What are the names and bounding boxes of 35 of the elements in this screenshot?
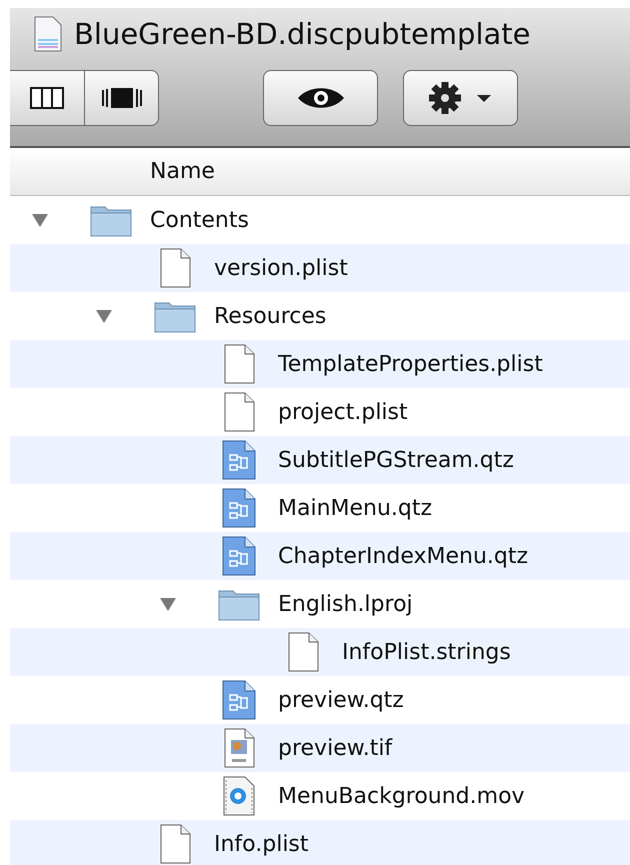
composition-file-icon	[221, 488, 257, 528]
document-icon	[223, 392, 255, 432]
window-title: BlueGreen-BD.discpubtemplate	[74, 17, 530, 51]
document-icon	[159, 824, 191, 864]
column-header[interactable]: Name	[150, 159, 215, 184]
composition-file-icon	[221, 680, 257, 720]
file-name[interactable]: preview.tif	[278, 736, 392, 760]
file-name[interactable]: English.lproj	[278, 592, 413, 616]
action-menu-button[interactable]	[403, 70, 518, 126]
document-icon	[287, 632, 319, 672]
file-name[interactable]: preview.qtz	[278, 688, 404, 712]
composition-file-icon	[221, 536, 257, 576]
disclosure-triangle[interactable]	[95, 308, 113, 324]
cover-flow-icon	[102, 87, 142, 109]
file-name[interactable]: version.plist	[214, 256, 348, 280]
image-file-icon	[223, 728, 255, 768]
disclosure-triangle[interactable]	[159, 596, 177, 612]
file-name[interactable]: Info.plist	[214, 832, 309, 856]
document-icon	[34, 16, 62, 52]
file-name[interactable]: MenuBackground.mov	[278, 784, 525, 808]
disclosure-triangle[interactable]	[31, 212, 49, 228]
composition-file-icon	[221, 440, 257, 480]
columns-view-icon	[30, 87, 64, 109]
file-name[interactable]: Resources	[214, 304, 326, 328]
file-name[interactable]: Contents	[150, 208, 249, 232]
gear-icon	[428, 81, 494, 115]
movie-file-icon	[222, 776, 256, 816]
file-name[interactable]: InfoPlist.strings	[342, 640, 511, 664]
file-name[interactable]: SubtitlePGStream.qtz	[278, 448, 514, 472]
view-switcher[interactable]	[10, 70, 159, 126]
document-icon	[223, 344, 255, 384]
quick-look-button[interactable]	[263, 70, 378, 126]
document-icon	[159, 248, 191, 288]
file-name[interactable]: MainMenu.qtz	[278, 496, 432, 520]
file-name[interactable]: project.plist	[278, 400, 408, 424]
